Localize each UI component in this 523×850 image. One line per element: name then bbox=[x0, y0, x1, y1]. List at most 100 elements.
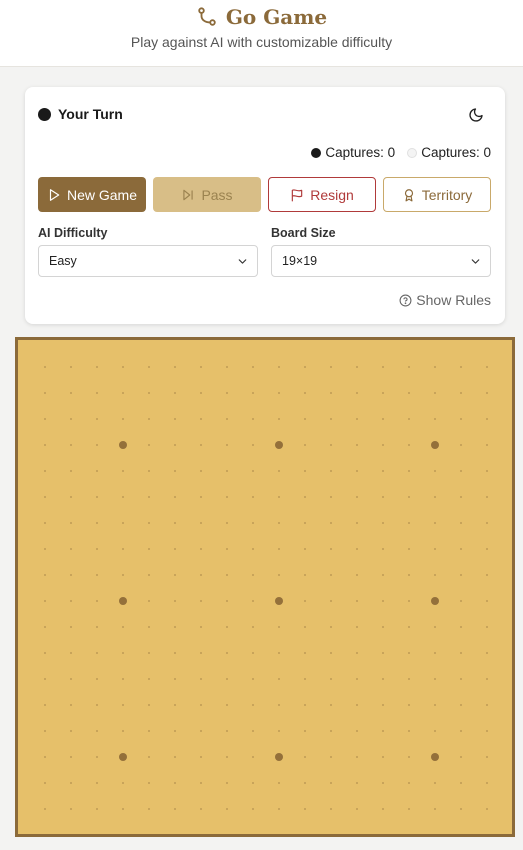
board-intersection[interactable] bbox=[252, 678, 254, 680]
board-intersection[interactable] bbox=[148, 496, 150, 498]
board-intersection[interactable] bbox=[304, 678, 306, 680]
board-intersection[interactable] bbox=[226, 704, 228, 706]
board-intersection[interactable] bbox=[122, 548, 124, 550]
board-intersection[interactable] bbox=[460, 808, 462, 810]
board-intersection[interactable] bbox=[278, 626, 280, 628]
board-intersection[interactable] bbox=[70, 418, 72, 420]
star-point[interactable] bbox=[275, 753, 283, 761]
theme-toggle-button[interactable] bbox=[463, 102, 489, 128]
board-intersection[interactable] bbox=[434, 574, 436, 576]
board-intersection[interactable] bbox=[70, 626, 72, 628]
board-intersection[interactable] bbox=[356, 678, 358, 680]
star-point[interactable] bbox=[119, 597, 127, 605]
board-intersection[interactable] bbox=[382, 730, 384, 732]
board-intersection[interactable] bbox=[460, 704, 462, 706]
board-intersection[interactable] bbox=[174, 548, 176, 550]
board-intersection[interactable] bbox=[356, 652, 358, 654]
board-intersection[interactable] bbox=[122, 522, 124, 524]
board-intersection[interactable] bbox=[408, 444, 410, 446]
board-intersection[interactable] bbox=[304, 366, 306, 368]
board-intersection[interactable] bbox=[148, 366, 150, 368]
board-intersection[interactable] bbox=[408, 756, 410, 758]
board-intersection[interactable] bbox=[330, 366, 332, 368]
board-intersection[interactable] bbox=[44, 366, 46, 368]
board-intersection[interactable] bbox=[434, 808, 436, 810]
board-intersection[interactable] bbox=[278, 652, 280, 654]
board-intersection[interactable] bbox=[304, 574, 306, 576]
board-intersection[interactable] bbox=[200, 808, 202, 810]
board-intersection[interactable] bbox=[96, 652, 98, 654]
board-intersection[interactable] bbox=[200, 626, 202, 628]
board-intersection[interactable] bbox=[200, 652, 202, 654]
board-intersection[interactable] bbox=[408, 704, 410, 706]
board-intersection[interactable] bbox=[226, 808, 228, 810]
resign-button[interactable]: Resign bbox=[268, 177, 376, 212]
board-intersection[interactable] bbox=[434, 678, 436, 680]
board-intersection[interactable] bbox=[122, 626, 124, 628]
board-intersection[interactable] bbox=[122, 392, 124, 394]
board-intersection[interactable] bbox=[278, 574, 280, 576]
board-intersection[interactable] bbox=[278, 678, 280, 680]
board-intersection[interactable] bbox=[96, 756, 98, 758]
board-intersection[interactable] bbox=[44, 782, 46, 784]
star-point[interactable] bbox=[119, 753, 127, 761]
board-intersection[interactable] bbox=[70, 470, 72, 472]
board-intersection[interactable] bbox=[226, 600, 228, 602]
board-intersection[interactable] bbox=[460, 574, 462, 576]
board-intersection[interactable] bbox=[382, 782, 384, 784]
board-intersection[interactable] bbox=[200, 366, 202, 368]
board-intersection[interactable] bbox=[356, 574, 358, 576]
board-intersection[interactable] bbox=[486, 626, 488, 628]
board-intersection[interactable] bbox=[200, 756, 202, 758]
board-intersection[interactable] bbox=[382, 756, 384, 758]
board-intersection[interactable] bbox=[44, 704, 46, 706]
board-intersection[interactable] bbox=[148, 470, 150, 472]
board-intersection[interactable] bbox=[70, 522, 72, 524]
board-intersection[interactable] bbox=[226, 626, 228, 628]
board-intersection[interactable] bbox=[278, 808, 280, 810]
board-intersection[interactable] bbox=[96, 626, 98, 628]
board-intersection[interactable] bbox=[148, 678, 150, 680]
board-intersection[interactable] bbox=[486, 782, 488, 784]
board-intersection[interactable] bbox=[486, 392, 488, 394]
territory-button[interactable]: Territory bbox=[383, 177, 491, 212]
board-intersection[interactable] bbox=[434, 522, 436, 524]
board-intersection[interactable] bbox=[486, 730, 488, 732]
board-intersection[interactable] bbox=[174, 600, 176, 602]
board-intersection[interactable] bbox=[382, 470, 384, 472]
board-intersection[interactable] bbox=[486, 704, 488, 706]
board-intersection[interactable] bbox=[148, 704, 150, 706]
board-intersection[interactable] bbox=[148, 548, 150, 550]
board-intersection[interactable] bbox=[486, 548, 488, 550]
board-intersection[interactable] bbox=[174, 626, 176, 628]
board-intersection[interactable] bbox=[122, 652, 124, 654]
board-intersection[interactable] bbox=[122, 782, 124, 784]
go-board[interactable] bbox=[15, 337, 515, 837]
board-intersection[interactable] bbox=[226, 444, 228, 446]
board-intersection[interactable] bbox=[96, 600, 98, 602]
board-intersection[interactable] bbox=[96, 470, 98, 472]
board-intersection[interactable] bbox=[486, 470, 488, 472]
board-intersection[interactable] bbox=[330, 626, 332, 628]
board-intersection[interactable] bbox=[44, 808, 46, 810]
board-intersection[interactable] bbox=[148, 652, 150, 654]
board-intersection[interactable] bbox=[304, 444, 306, 446]
board-intersection[interactable] bbox=[330, 496, 332, 498]
board-intersection[interactable] bbox=[96, 782, 98, 784]
board-intersection[interactable] bbox=[434, 626, 436, 628]
board-intersection[interactable] bbox=[252, 756, 254, 758]
board-intersection[interactable] bbox=[96, 678, 98, 680]
board-intersection[interactable] bbox=[70, 444, 72, 446]
star-point[interactable] bbox=[275, 441, 283, 449]
board-intersection[interactable] bbox=[382, 652, 384, 654]
board-intersection[interactable] bbox=[252, 392, 254, 394]
board-intersection[interactable] bbox=[486, 444, 488, 446]
board-intersection[interactable] bbox=[382, 444, 384, 446]
board-intersection[interactable] bbox=[174, 418, 176, 420]
board-intersection[interactable] bbox=[304, 756, 306, 758]
board-intersection[interactable] bbox=[226, 574, 228, 576]
board-intersection[interactable] bbox=[460, 366, 462, 368]
board-intersection[interactable] bbox=[70, 392, 72, 394]
board-intersection[interactable] bbox=[174, 392, 176, 394]
board-intersection[interactable] bbox=[330, 652, 332, 654]
